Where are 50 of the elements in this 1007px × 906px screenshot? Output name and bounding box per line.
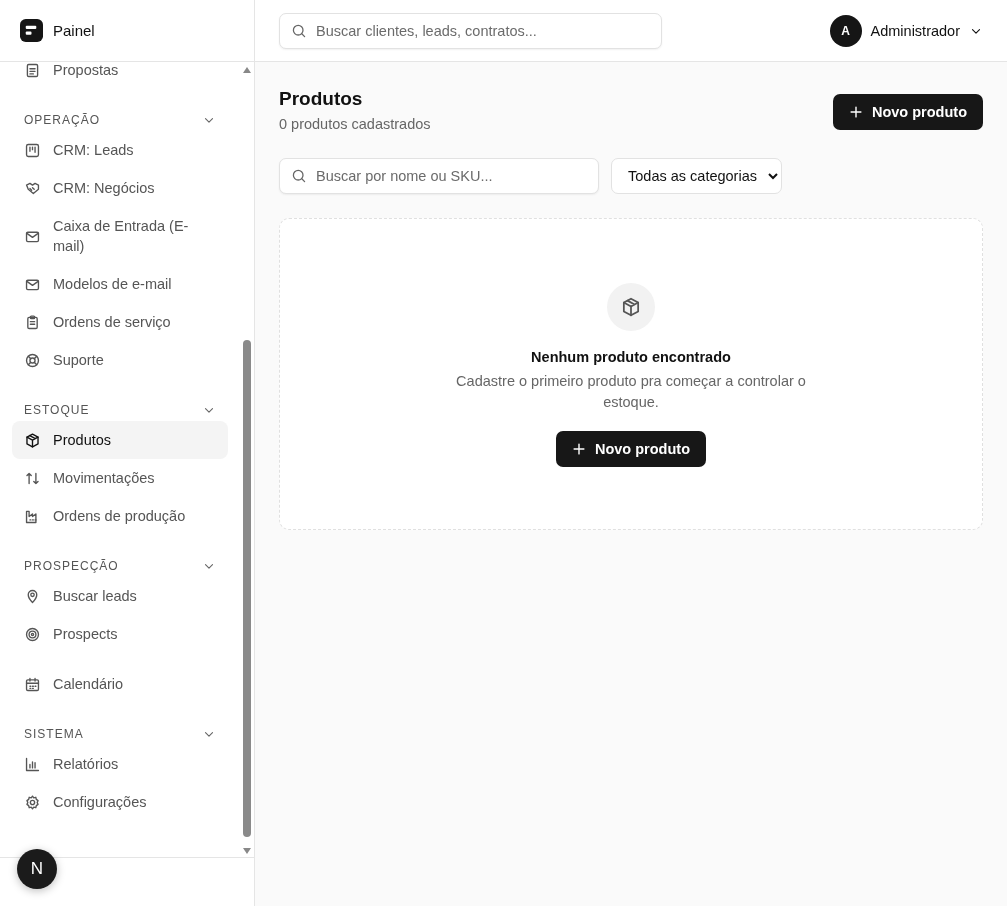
- lifebuoy-icon: [24, 351, 41, 369]
- sidebar-item[interactable]: Produtos: [12, 421, 228, 459]
- logo-icon: [20, 19, 43, 42]
- sidebar-item[interactable]: Propostas: [12, 62, 228, 89]
- new-product-button[interactable]: Novo produto: [555, 431, 706, 467]
- sidebar-item[interactable]: Ordens de serviço: [12, 303, 228, 341]
- section-title: PROSPECÇÃO: [24, 559, 119, 573]
- bar-chart-icon: [24, 755, 41, 773]
- target-icon: [24, 625, 41, 643]
- empty-state-text: Cadastre o primeiro produto pra começar a controlar o estoque.: [455, 372, 807, 412]
- calendar-icon: [24, 675, 41, 693]
- user-avatar[interactable]: A: [829, 14, 862, 47]
- brand-name: Painel: [53, 22, 95, 39]
- sidebar-item[interactable]: Movimentações: [12, 459, 228, 497]
- search-icon: [291, 22, 307, 39]
- sidebar-item[interactable]: CRM: Negócios: [12, 169, 228, 207]
- section-title: ESTOQUE: [24, 403, 90, 417]
- section-title: OPERAÇÃO: [24, 113, 100, 127]
- sidebar-item[interactable]: CRM: Leads: [12, 131, 228, 169]
- sidebar-item[interactable]: Modelos de e-mail: [12, 265, 228, 303]
- plus-icon: [571, 442, 586, 456]
- sidebar-item[interactable]: Calendário: [12, 665, 228, 703]
- gear-icon: [24, 793, 41, 811]
- plus-icon: [848, 105, 863, 119]
- search-icon: [291, 168, 307, 184]
- user-name[interactable]: Administrador: [870, 22, 960, 39]
- category-select[interactable]: Todas as categorias: [611, 158, 782, 194]
- sidebar-item[interactable]: Configurações: [12, 783, 228, 821]
- board-icon: [24, 141, 41, 159]
- page-subtitle: 0 produtos cadastrados: [279, 116, 431, 132]
- sidebar-item[interactable]: Suporte: [12, 341, 228, 379]
- sidebar-item[interactable]: Prospects: [12, 615, 228, 653]
- sidebar-item[interactable]: Ordens de produção: [12, 497, 228, 535]
- sidebar-item[interactable]: Buscar leads: [12, 577, 228, 615]
- avatar-badge[interactable]: N: [17, 849, 57, 889]
- scroll-down-icon[interactable]: [242, 847, 252, 855]
- scroll-up-icon[interactable]: [242, 66, 252, 74]
- document-icon: [24, 62, 41, 79]
- global-search-field[interactable]: Buscar clientes, leads, contratos...: [279, 12, 662, 49]
- sidebar-item[interactable]: Relatórios: [12, 745, 228, 783]
- page-title: Produtos: [279, 88, 364, 110]
- box-icon: [24, 431, 41, 449]
- section-title: SISTEMA: [24, 727, 84, 741]
- clipboard-icon: [24, 313, 41, 331]
- scrollbar-thumb[interactable]: [243, 340, 251, 837]
- sidebar-item[interactable]: Caixa de Entrada (E-mail): [12, 207, 228, 265]
- product-search-field[interactable]: Buscar por nome ou SKU...: [279, 158, 599, 194]
- new-product-button[interactable]: Novo produto: [832, 94, 983, 130]
- empty-state-title: Nenhum produto encontrado: [531, 349, 731, 365]
- box-icon: [620, 296, 642, 318]
